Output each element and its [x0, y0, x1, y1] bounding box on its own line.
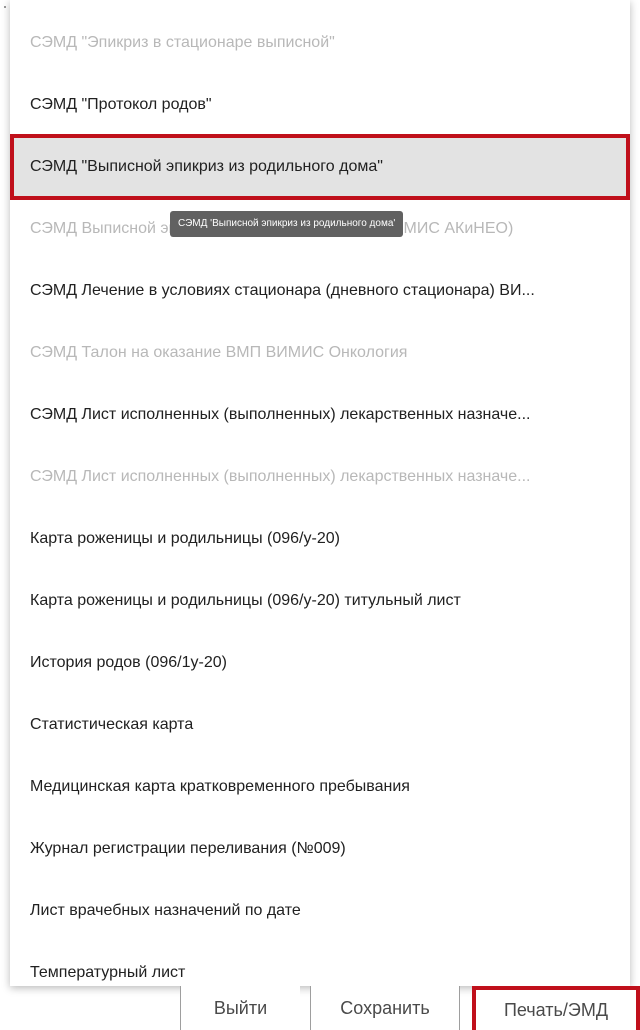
print-menu-dropdown: СЭМД "Эпикриз в стационаре выписной" СЭМ… — [10, 0, 630, 986]
menu-item-maternity-card[interactable]: Карта роженицы и родильницы (096/у-20) — [10, 508, 614, 570]
menu-item-maternity-card-title[interactable]: Карта роженицы и родильницы (096/у-20) т… — [10, 570, 614, 632]
menu-item-birth-history[interactable]: История родов (096/1у-20) — [10, 632, 614, 694]
menu-item-transfusion-journal[interactable]: Журнал регистрации переливания (№009) — [10, 818, 614, 880]
exit-button[interactable]: Выйти — [180, 986, 300, 1030]
menu-item-semd-epicrisis-discharge: СЭМД "Эпикриз в стационаре выписной" — [30, 34, 335, 51]
print-menu-list: СЭМД "Эпикриз в стационаре выписной" СЭМ… — [10, 12, 630, 986]
print-emd-button[interactable]: Печать/ЭМД — [472, 986, 640, 1030]
corner-dot — [4, 6, 6, 8]
menu-item-semd-medication-list[interactable]: СЭМД Лист исполненных (выполненных) лека… — [10, 384, 614, 446]
menu-item-semd-maternity-discharge-epicrisis[interactable]: СЭМД "Выписной эпикриз из родильного дом… — [10, 134, 630, 200]
menu-item-tooltip: СЭМД 'Выписной эпикриз из родильного дом… — [170, 211, 404, 237]
footer-toolbar: Выйти Сохранить Печать/ЭМД — [0, 986, 640, 1030]
menu-item-semd-birth-protocol[interactable]: СЭМД "Протокол родов" — [10, 74, 614, 136]
menu-item-prescriptions-by-date[interactable]: Лист врачебных назначений по дате — [10, 880, 614, 942]
menu-item-temperature-sheet[interactable]: Температурный лист — [10, 942, 614, 986]
save-button[interactable]: Сохранить — [310, 986, 460, 1030]
menu-item-semd-medication-list-disabled: СЭМД Лист исполненных (выполненных) лека… — [30, 468, 531, 485]
menu-item-semd-day-hospital-treatment[interactable]: СЭМД Лечение в условиях стационара (днев… — [10, 260, 614, 322]
menu-item-short-stay-card[interactable]: Медицинская карта кратковременного пребы… — [10, 756, 614, 818]
menu-item-statistical-card[interactable]: Статистическая карта — [10, 694, 614, 756]
menu-item-semd-vmp-coupon: СЭМД Талон на оказание ВМП ВИМИС Онколог… — [30, 344, 408, 361]
